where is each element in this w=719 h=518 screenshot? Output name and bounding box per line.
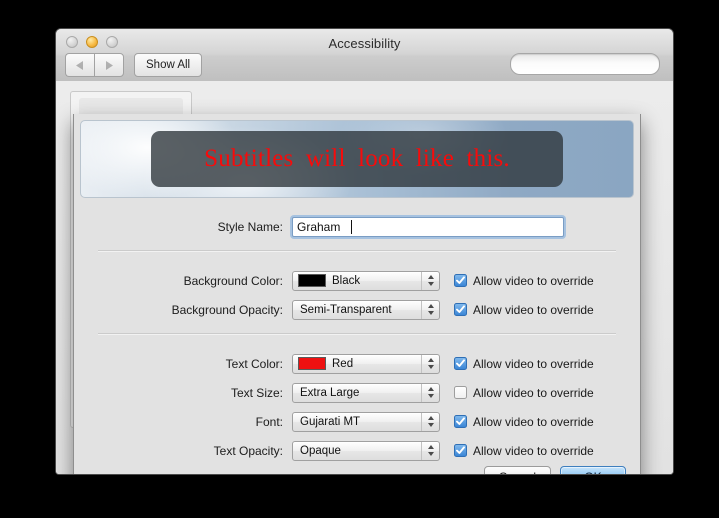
subtitle-preview: Subtitles will look like this. [80,120,634,198]
subtitle-style-sheet: Subtitles will look like this. Style Nam… [73,114,641,474]
triangle-left-icon [76,60,83,70]
sheet-buttons: Cancel OK [483,466,626,474]
text-size-override[interactable]: Allow video to override [454,386,594,400]
text-color-popup[interactable]: Red [292,353,440,374]
text-opacity-label: Text Opacity: [213,443,283,458]
font-popup[interactable]: Gujarati MT [292,411,440,432]
show-all-button[interactable]: Show All [134,53,203,77]
checkbox-checked-icon[interactable] [454,415,467,428]
checkbox-checked-icon[interactable] [454,303,467,316]
chevron-updown-icon [421,300,439,319]
cancel-button[interactable]: Cancel [483,466,551,474]
font-value: Gujarati MT [300,415,361,428]
search-field[interactable] [510,53,663,75]
window-content: Subtitles will look like this. Style Nam… [56,81,673,474]
text-size-popup[interactable]: Extra Large [292,382,440,403]
text-opacity-value: Opaque [300,444,341,457]
separator [98,250,616,252]
cancel-label: Cancel [499,470,536,474]
show-all-label: Show All [146,59,191,71]
background-color-label: Background Color: [183,273,283,288]
text-size-row: Text Size: Extra Large Allow video to ov… [96,378,618,407]
style-name-row: Style Name: [96,212,618,241]
style-name-input[interactable] [292,216,564,237]
ok-label: OK [584,470,601,474]
triangle-right-icon [106,60,113,70]
background-color-value: Black [332,274,361,287]
chevron-updown-icon [421,383,439,402]
text-size-value: Extra Large [300,386,360,399]
color-swatch [298,274,326,287]
caption-box: Subtitles will look like this. [151,131,563,187]
style-name-field-wrap [292,216,564,237]
window-titlebar: Accessibility Show All [56,29,673,82]
text-opacity-popup[interactable]: Opaque [292,440,440,461]
forward-button[interactable] [94,53,124,77]
font-label: Font: [255,414,283,429]
separator [98,333,616,335]
background-opacity-label: Background Opacity: [171,302,283,317]
text-opacity-override[interactable]: Allow video to override [454,444,594,458]
back-button[interactable] [65,53,94,77]
background-opacity-override[interactable]: Allow video to override [454,303,594,317]
text-color-override[interactable]: Allow video to override [454,357,594,371]
background-color-row: Background Color: Black Allow video to o… [96,266,618,295]
font-override[interactable]: Allow video to override [454,415,594,429]
search-input[interactable] [521,58,663,70]
checkbox-unchecked-icon[interactable] [454,386,467,399]
style-form: Style Name: Background Color: Black [74,198,640,465]
override-label: Allow video to override [473,356,594,371]
override-label: Allow video to override [473,273,594,288]
text-opacity-row: Text Opacity: Opaque Allow video to over… [96,436,618,465]
background-color-override[interactable]: Allow video to override [454,274,594,288]
override-label: Allow video to override [473,414,594,429]
text-color-value: Red [332,357,354,370]
background-opacity-popup[interactable]: Semi-Transparent [292,299,440,320]
override-label: Allow video to override [473,385,594,400]
color-swatch [298,357,326,370]
font-row: Font: Gujarati MT Allow video to overrid… [96,407,618,436]
text-color-label: Text Color: [225,356,283,371]
text-caret [351,219,352,234]
chevron-updown-icon [421,441,439,460]
chevron-updown-icon [421,271,439,290]
style-name-label: Style Name: [217,219,283,234]
caption-text: Subtitles will look like this. [204,145,510,172]
toolbar: Show All [56,53,673,81]
chevron-updown-icon [421,412,439,431]
chevron-updown-icon [421,354,439,373]
navigation-buttons [65,53,124,77]
override-label: Allow video to override [473,302,594,317]
window-title: Accessibility [328,36,401,51]
ok-button[interactable]: OK [560,466,626,474]
text-size-label: Text Size: [230,385,283,400]
background-opacity-row: Background Opacity: Semi-Transparent All… [96,295,618,324]
background-opacity-value: Semi-Transparent [300,303,392,316]
checkbox-checked-icon[interactable] [454,274,467,287]
override-label: Allow video to override [473,443,594,458]
background-color-popup[interactable]: Black [292,270,440,291]
accessibility-preferences-window: Accessibility Show All Subtitles will lo… [55,28,674,475]
checkbox-checked-icon[interactable] [454,357,467,370]
text-color-row: Text Color: Red Allow video to override [96,349,618,378]
checkbox-checked-icon[interactable] [454,444,467,457]
